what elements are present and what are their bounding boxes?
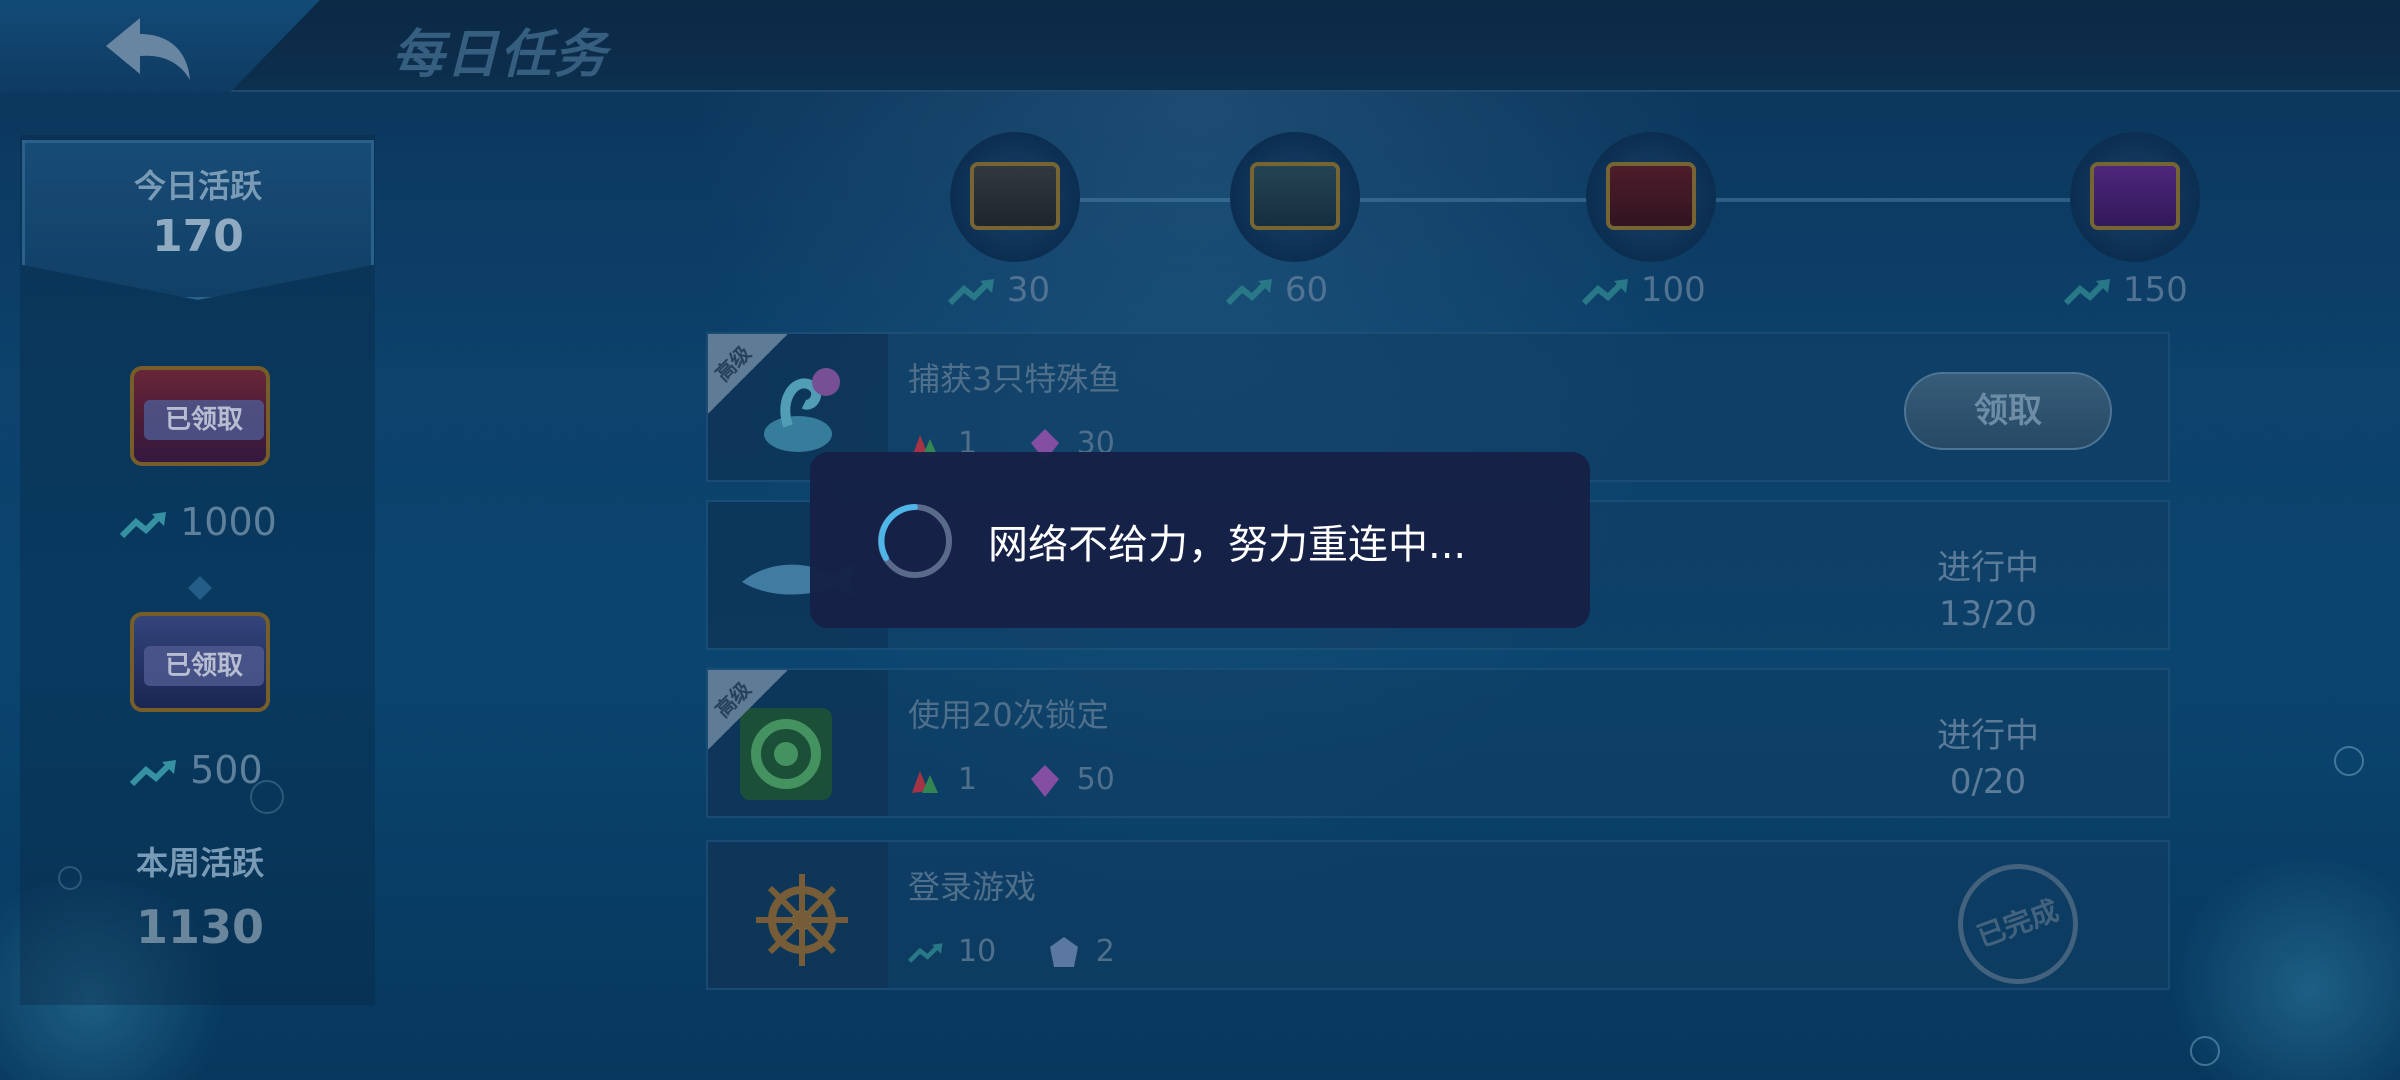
toast-message: 网络不给力，努力重连中... <box>988 522 1467 568</box>
loading-spinner-icon <box>878 504 952 578</box>
reconnect-toast: 网络不给力，努力重连中... <box>810 452 1590 628</box>
